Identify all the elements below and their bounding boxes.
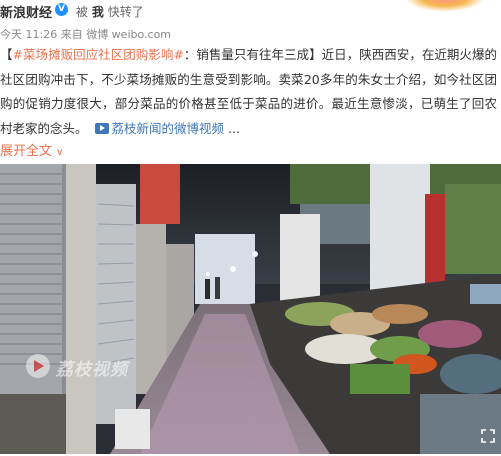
post-meta: 今天 11:26 来自 微博 weibo.com	[0, 28, 172, 41]
open-bracket: 【	[0, 47, 13, 62]
watermark-text: 荔枝视频	[56, 360, 128, 380]
ellipsis: ...	[228, 120, 240, 136]
video-link-icon	[94, 122, 109, 134]
topic-link[interactable]: #菜场摊贩回应社区团购影响#	[13, 47, 184, 62]
repost-byline: 被 我 快转了	[76, 3, 144, 20]
watermark-logo-icon	[26, 354, 50, 378]
verified-badge-icon: V	[55, 3, 68, 16]
author-name[interactable]: 新浪财经	[0, 2, 52, 21]
repost-action: 快转了	[107, 5, 144, 19]
video-link[interactable]: 荔枝新闻的微博视频	[112, 121, 225, 136]
market-scene-image	[0, 164, 501, 454]
expand-button[interactable]: 展开全文 ∨	[0, 140, 63, 159]
post-header: 新浪财经 V 被 我 快转了	[0, 0, 501, 21]
decoration-icon	[405, 0, 485, 12]
video-watermark: 荔枝视频	[26, 354, 154, 380]
video-player[interactable]: 荔枝视频	[0, 164, 501, 454]
expand-label: 展开全文	[0, 144, 53, 159]
chevron-down-icon: ∨	[56, 147, 64, 158]
by-user[interactable]: 我	[92, 5, 104, 19]
fullscreen-icon[interactable]	[481, 428, 495, 443]
by-prefix: 被	[76, 5, 89, 19]
post-text: 【#菜场摊贩回应社区团购影响#：销售量只有往年三成】近日，陕西西安，在近期火爆的…	[0, 43, 497, 141]
